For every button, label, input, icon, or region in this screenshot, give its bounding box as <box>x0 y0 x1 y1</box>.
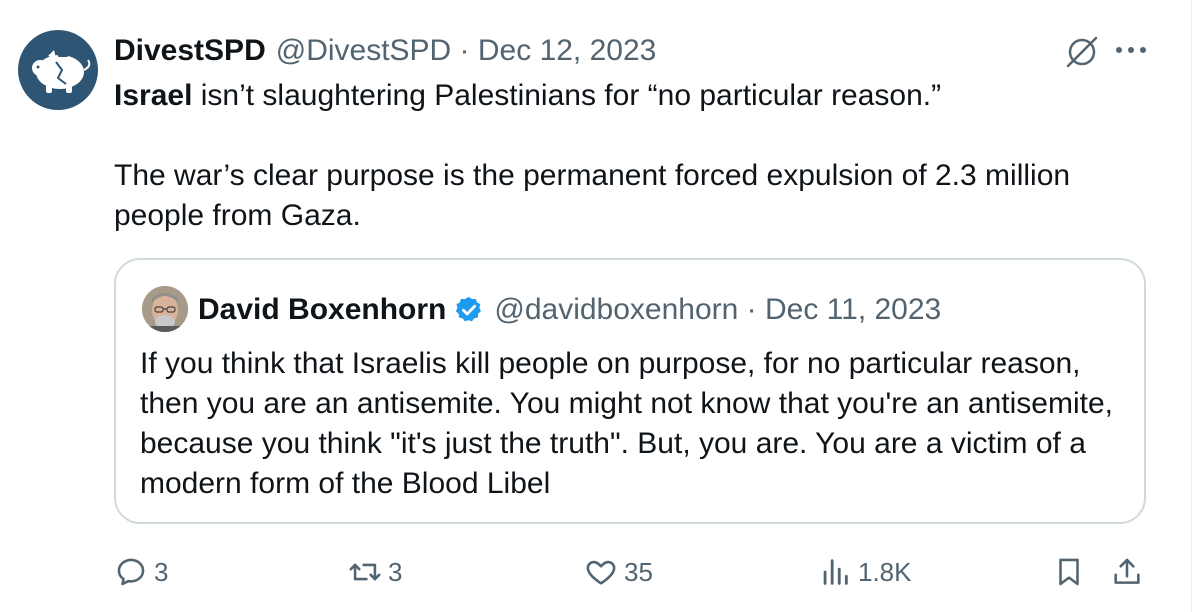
author-avatar[interactable] <box>18 30 98 110</box>
share-icon <box>1114 558 1140 584</box>
like-button[interactable]: 35 <box>584 548 653 596</box>
bookmark-icon <box>1059 558 1079 586</box>
tweet-text: Israel isn’t slaughtering Palestinians f… <box>114 76 1154 236</box>
quote-author-avatar[interactable] <box>142 286 188 332</box>
quote-text: If you think that Israelis kill people o… <box>140 347 1113 500</box>
tweet-header: DivestSPD @DivestSPD · Dec 12, 2023 <box>114 32 1152 70</box>
action-bar: 3 3 35 1.8K <box>114 548 1154 596</box>
reply-icon <box>117 558 145 586</box>
quote-author-handle-date[interactable]: @davidboxenhorn · Dec 11, 2023 <box>494 293 941 327</box>
person-photo-icon <box>142 286 188 332</box>
tweet-text-line1-rest: isn’t slaughtering Palestinians for “no … <box>192 79 942 112</box>
heart-icon <box>586 560 616 585</box>
verified-badge-icon <box>456 296 482 322</box>
quoted-tweet[interactable]: David Boxenhorn @davidboxenhorn · Dec 11… <box>114 258 1146 524</box>
grok-icon <box>1066 36 1098 68</box>
views-icon <box>823 559 848 585</box>
views-button[interactable]: 1.8K <box>818 548 912 596</box>
repost-button[interactable]: 3 <box>348 548 402 596</box>
more-icon <box>1116 47 1146 53</box>
bookmark-button[interactable] <box>1052 548 1086 596</box>
quote-author-name[interactable]: David Boxenhorn <box>198 293 446 327</box>
author-name[interactable]: DivestSPD <box>114 34 266 68</box>
tweet-bold-word: Israel <box>114 79 193 112</box>
repost-icon <box>349 563 381 581</box>
grok-button[interactable] <box>1062 32 1102 72</box>
reply-count: 3 <box>154 556 169 587</box>
more-button[interactable] <box>1114 42 1148 58</box>
share-button[interactable] <box>1110 548 1144 596</box>
views-count: 1.8K <box>858 556 912 587</box>
tweet-text-line1: Israel isn’t slaughtering Palestinians f… <box>114 76 1154 116</box>
like-count: 35 <box>624 556 653 587</box>
quote-header: David Boxenhorn @davidboxenhorn · Dec 11… <box>198 290 941 330</box>
author-handle-date[interactable]: @DivestSPD · Dec 12, 2023 <box>276 34 657 68</box>
repost-count: 3 <box>388 556 403 587</box>
piggy-bank-icon <box>32 50 91 93</box>
reply-button[interactable]: 3 <box>114 548 168 596</box>
tweet-text-para2: The war’s clear purpose is the permanent… <box>114 159 1071 232</box>
